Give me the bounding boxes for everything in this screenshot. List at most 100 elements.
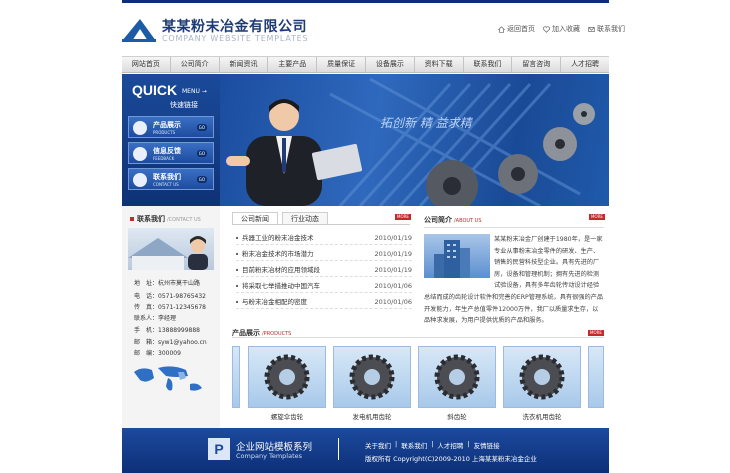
contact-phone: 电 话：0571-98765432: [134, 293, 206, 300]
news-title[interactable]: 兵器工业的粉末冶金技术: [242, 232, 314, 245]
product-image: [503, 346, 581, 408]
quick-links-panel: QUICK MENU → 快速链接 产品展示 PRODUCTS GO 信息反馈 …: [122, 74, 220, 206]
quick-menu-label: MENU →: [182, 88, 207, 95]
nav-item-news[interactable]: 新闻资讯: [220, 57, 269, 72]
go-badge: GO: [196, 150, 207, 157]
product-card[interactable]: 洗衣机用齿轮: [503, 346, 581, 421]
news-date: 2010/01/19: [374, 234, 412, 242]
banner-artwork: [226, 77, 595, 206]
news-date: 2010/01/19: [374, 266, 412, 274]
news-title[interactable]: 与粉末冶金相配的密度: [242, 296, 307, 309]
news-item[interactable]: 将采取七举措推动中国汽车 2010/01/06: [236, 280, 412, 293]
company-logo[interactable]: 某某粉末冶金有限公司 COMPANY WEBSITE TEMPLATES: [122, 14, 322, 48]
nav-item-quality[interactable]: 质量保证: [317, 57, 366, 72]
contact-email: 邮 箱：syw1@yahoo.cn: [134, 339, 207, 346]
news-date: 2010/01/19: [374, 250, 412, 258]
gear-icon: [264, 354, 310, 400]
news-more-button[interactable]: MORE: [395, 214, 411, 220]
footer-copyright: 版权所有 Copyright(C)2009-2010 上海某某粉末冶金企业: [365, 455, 537, 463]
contact-title-en: /CONTACT US: [167, 217, 201, 223]
businessman-image: [226, 99, 363, 206]
contact-link-label: 联系我们: [597, 25, 625, 33]
top-bar: [122, 0, 609, 3]
footer-link-contact[interactable]: 联系我们: [401, 440, 427, 450]
nav-item-contact[interactable]: 联系我们: [464, 57, 513, 72]
favorite-link-label: 加入收藏: [552, 25, 580, 33]
top-links: 返回首页 加入收藏 联系我们: [498, 24, 625, 34]
products-quick-button[interactable]: 产品展示 PRODUCTS GO: [128, 116, 214, 138]
product-image: [418, 346, 496, 408]
contact-quick-label: 联系我们: [153, 173, 181, 181]
nav-item-jobs[interactable]: 人才招聘: [561, 57, 609, 72]
home-link-label: 返回首页: [507, 25, 535, 33]
bullet-icon: [236, 301, 238, 303]
contact-quick-button[interactable]: 联系我们 CONTACT US GO: [128, 168, 214, 190]
quick-title: QUICK: [132, 82, 178, 98]
about-divider: [424, 227, 604, 228]
product-name[interactable]: 发电机用齿轮: [333, 411, 411, 421]
tab-company-news[interactable]: 公司新闻: [232, 212, 278, 224]
products-title: 产品展示: [232, 329, 260, 337]
product-partial-right: [588, 346, 604, 408]
nav-item-downloads[interactable]: 资料下载: [415, 57, 464, 72]
gear-icon: [519, 354, 565, 400]
contact-link[interactable]: 联系我们: [588, 24, 625, 34]
product-partial-left: [232, 346, 240, 408]
bullet-icon: [236, 253, 238, 255]
news-list: 兵器工业的粉末冶金技术 2010/01/19 粉末冶金技术的市场潜力 2010/01…: [232, 224, 412, 312]
bullet-icon: [236, 285, 238, 287]
footer-link-jobs[interactable]: 人才招聘: [437, 440, 463, 450]
product-name[interactable]: 洗衣机用齿轮: [503, 411, 581, 421]
footer: P 企业网站模板系列 Company Templates 关于我们 | 联系我们 |…: [122, 428, 609, 473]
footer-link-about[interactable]: 关于我们: [365, 440, 391, 450]
news-title[interactable]: 粉末冶金技术的市场潜力: [242, 248, 314, 261]
favorite-link[interactable]: 加入收藏: [543, 24, 580, 34]
bullet-icon: [236, 269, 238, 271]
quick-subtitle: 快速链接: [170, 101, 198, 109]
product-card[interactable]: 发电机用齿轮: [333, 346, 411, 421]
nav-item-products[interactable]: 主要产品: [268, 57, 318, 72]
contact-fax: 传 真：0571-12345678: [134, 304, 206, 311]
footer-logo: P: [208, 438, 230, 460]
about-more-button[interactable]: MORE: [589, 214, 605, 220]
home-link[interactable]: 返回首页: [498, 24, 535, 34]
news-item[interactable]: 兵器工业的粉末冶金技术 2010/01/19: [236, 232, 412, 245]
product-card[interactable]: 斜齿轮: [418, 346, 496, 421]
nav-item-about[interactable]: 公司简介: [171, 57, 220, 72]
contact-quick-sublabel: CONTACT US: [153, 182, 179, 187]
news-title[interactable]: 将采取七举措推动中国汽车: [242, 280, 320, 293]
product-image: [248, 346, 326, 408]
feedback-quick-sublabel: FEEDBACK: [153, 156, 175, 161]
banner-slogan: 拓创新 精 益求精: [380, 116, 472, 130]
product-name[interactable]: 斜齿轮: [418, 411, 496, 421]
news-item[interactable]: 目前粉末冶材的应用领域段 2010/01/19: [236, 264, 412, 277]
world-map-image: [134, 366, 202, 391]
nav-item-home[interactable]: 网站首页: [122, 57, 171, 72]
news-title[interactable]: 目前粉末冶材的应用领域段: [242, 264, 320, 277]
footer-divider: [338, 438, 339, 460]
news-item[interactable]: 与粉末冶金相配的密度 2010/01/06: [236, 296, 412, 309]
news-date: 2010/01/06: [374, 298, 412, 306]
feedback-icon: [133, 147, 147, 161]
page: 某某粉末冶金有限公司 COMPANY WEBSITE TEMPLATES 返回首…: [0, 0, 730, 473]
mail-icon: [133, 173, 147, 187]
footer-link-separator: |: [431, 440, 434, 448]
hero-banner: 拓创新 精 益求精: [220, 74, 609, 206]
product-name[interactable]: 螺旋伞齿轮: [248, 411, 326, 421]
feedback-quick-button[interactable]: 信息反馈 FEEDBACK GO: [128, 142, 214, 164]
footer-title-cn: 企业网站模板系列: [236, 442, 313, 453]
footer-link-friends[interactable]: 友情链接: [474, 440, 500, 450]
go-badge: GO: [196, 124, 207, 131]
company-name-cn: 某某粉末冶金有限公司: [162, 19, 307, 35]
about-text: 某某粉末冶金厂创建于1980年，是一家专业从事粉末冶金零件的研发、生产、销售的民…: [424, 234, 604, 327]
products-quick-label: 产品展示: [153, 121, 181, 129]
contact-title: 联系我们: [137, 215, 165, 223]
tab-industry-news[interactable]: 行业动态: [282, 212, 328, 224]
nav-item-equipment[interactable]: 设备展示: [366, 57, 415, 72]
news-item[interactable]: 粉末冶金技术的市场潜力 2010/01/19: [236, 248, 412, 261]
gear-icon: [349, 354, 395, 400]
nav-item-message[interactable]: 留言咨询: [512, 57, 562, 72]
product-card[interactable]: 螺旋伞齿轮: [248, 346, 326, 421]
products-more-button[interactable]: MORE: [588, 330, 604, 336]
contact-postcode: 邮 编：300009: [134, 350, 181, 357]
